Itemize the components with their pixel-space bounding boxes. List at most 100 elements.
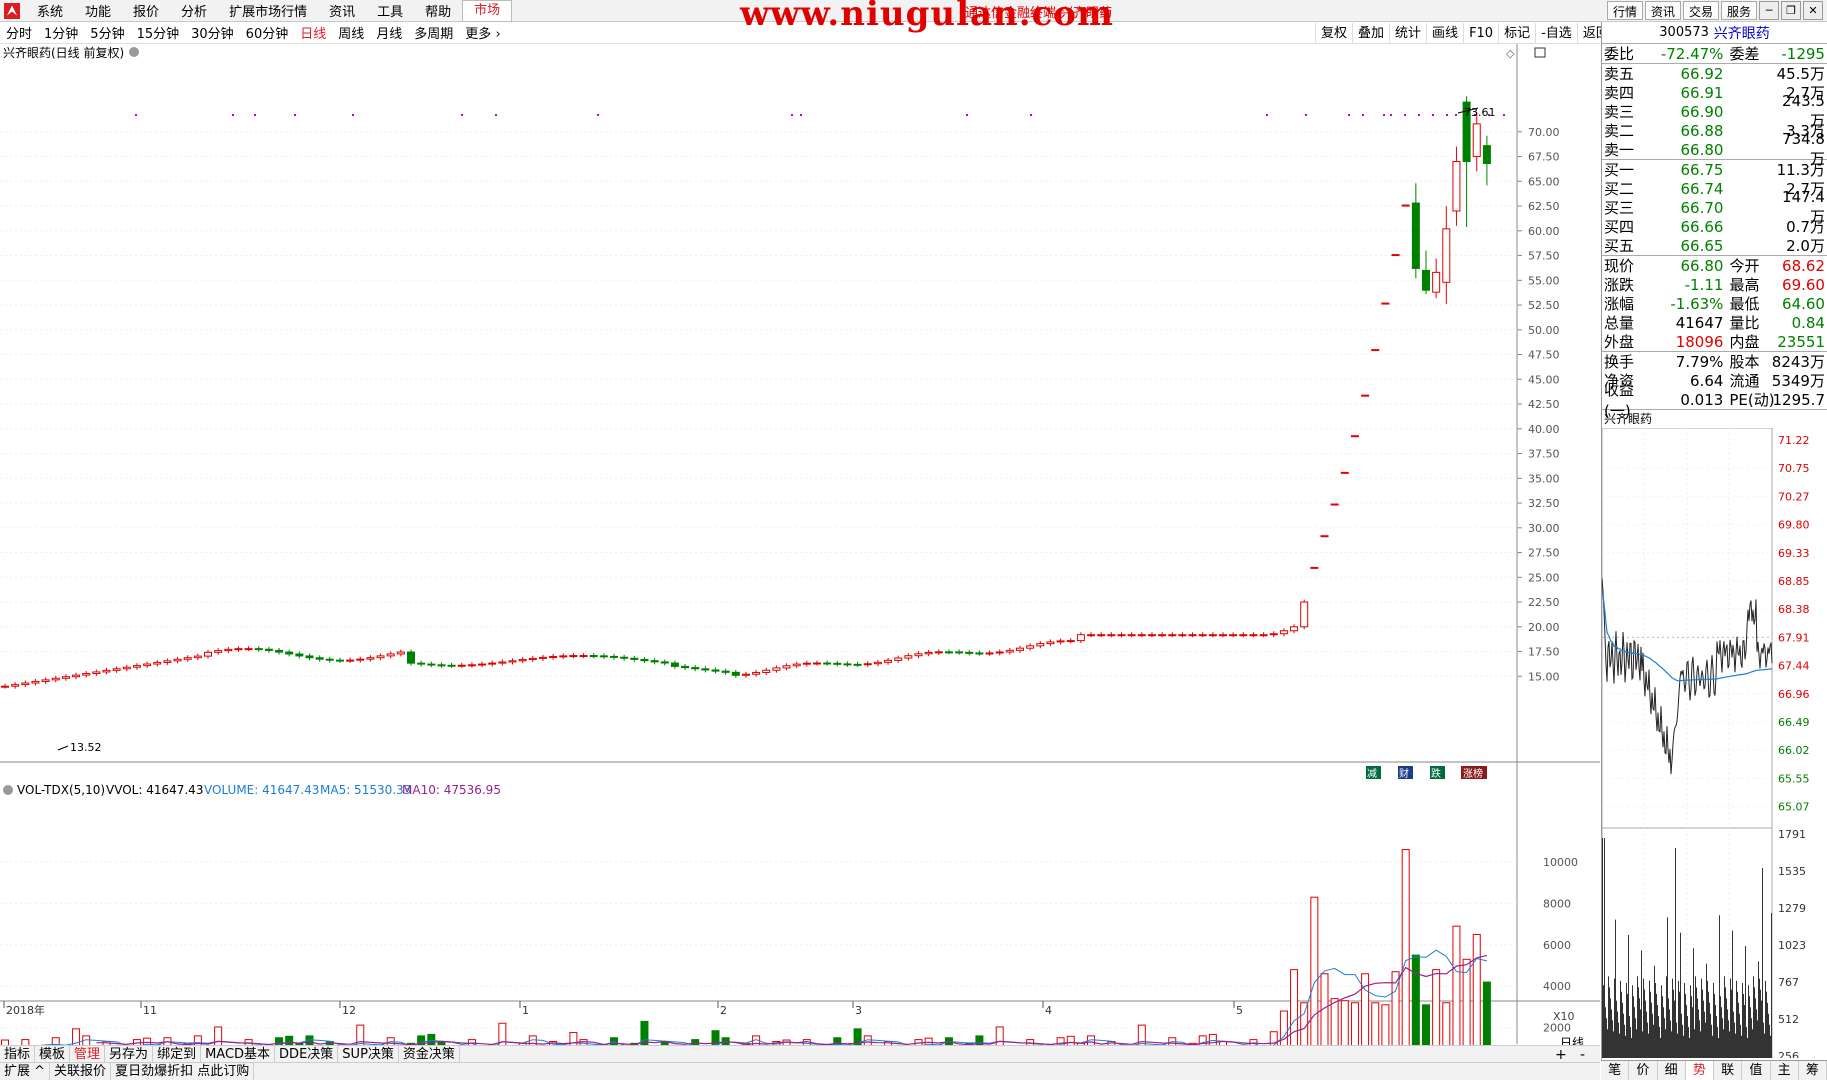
price-tick-label: 67.50 — [1528, 151, 1560, 164]
candle-body — [772, 667, 781, 671]
candle-body — [11, 684, 20, 687]
tab-manage[interactable]: 管理 — [70, 1046, 106, 1063]
time-tick-label: 4 — [1045, 1004, 1052, 1017]
candle-body — [386, 653, 395, 657]
volume-bar — [1340, 1000, 1349, 1070]
status-promo-link[interactable]: 夏日劲爆折扣 点此订购 — [111, 1063, 255, 1080]
candle-body — [478, 663, 487, 666]
tab-sup[interactable]: SUP决策 — [338, 1046, 399, 1063]
tab-dde[interactable]: DDE决策 — [275, 1046, 339, 1063]
menu-item-analysis[interactable]: 分析 — [170, 1, 218, 20]
candle-body — [82, 673, 91, 676]
restore-icon[interactable]: ❐ — [1781, 1, 1801, 20]
right-tab[interactable]: 主 — [1771, 1061, 1799, 1080]
right-tab[interactable]: 联 — [1714, 1061, 1743, 1080]
period-1min[interactable]: 1分钟 — [38, 23, 84, 42]
right-tab[interactable]: 值 — [1742, 1061, 1771, 1080]
tab-indicators[interactable]: 指标 — [0, 1046, 36, 1063]
quotes-button[interactable]: 行情 — [1606, 1, 1643, 20]
menu-item-help[interactable]: 帮助 — [414, 1, 462, 20]
candle-body — [1046, 641, 1055, 645]
right-tab[interactable]: 笔 — [1601, 1061, 1630, 1080]
period-30min[interactable]: 30分钟 — [185, 23, 240, 42]
chart-area[interactable]: 70.00 67.50 65.00 62.50 60.00 57.50 55.00 52.50… — [0, 44, 1600, 1070]
right-tab[interactable]: 细 — [1658, 1061, 1686, 1080]
toolbar-adjust-button[interactable]: 复权 — [1315, 23, 1352, 44]
period-daily[interactable]: 日线 — [294, 23, 332, 42]
candle-body — [630, 657, 639, 660]
high-price-label: 73.61 — [1464, 106, 1496, 119]
bid-level[interactable]: 买三 66.70 147.4万 — [1602, 188, 1827, 226]
news-button[interactable]: 资讯 — [1644, 1, 1681, 20]
tab-save-as[interactable]: 另存为 — [105, 1046, 154, 1063]
menu-item-function[interactable]: 功能 — [74, 1, 122, 20]
menu-item-news[interactable]: 资讯 — [318, 1, 366, 20]
bid-level[interactable]: 买五 66.65 2.0万 — [1602, 236, 1827, 256]
candle-body — [691, 667, 700, 670]
menu-item-quote[interactable]: 报价 — [122, 1, 170, 20]
period-5min[interactable]: 5分钟 — [84, 23, 130, 42]
minimize-icon[interactable]: ─ — [1759, 1, 1779, 20]
toolbar-draw-button[interactable]: 画线 — [1426, 23, 1463, 44]
title-dropdown-icon[interactable] — [129, 47, 139, 57]
period-multi[interactable]: 多周期 — [408, 23, 459, 42]
candle-body — [1320, 535, 1329, 538]
menu-item-ext-market[interactable]: 扩展市场行情 — [218, 1, 318, 20]
right-tab[interactable]: 势 — [1685, 1061, 1714, 1080]
service-button[interactable]: 服务 — [1720, 1, 1757, 20]
toolbar-watchlist-button[interactable]: -自选 — [1535, 23, 1577, 44]
bid-level[interactable]: 买一 66.75 11.3万 — [1602, 160, 1827, 180]
ask-level[interactable]: 卖五 66.92 45.5万 — [1602, 64, 1827, 84]
add-icon[interactable]: + — [1555, 1047, 1567, 1063]
ask-level[interactable]: 卖三 66.90 243.5万 — [1602, 92, 1827, 130]
status-linked-quote[interactable]: 关联报价 — [50, 1063, 112, 1080]
level-label: 卖五 — [1604, 65, 1635, 83]
candle-body — [1107, 634, 1116, 637]
tab-template[interactable]: 模板 — [35, 1046, 71, 1063]
volume-ma10: MA10: 47536.95 — [402, 783, 501, 797]
period-intraday[interactable]: 分时 — [0, 23, 38, 42]
menu-item-system[interactable]: 系统 — [26, 1, 74, 20]
badge-fall-label: 跌 — [1431, 767, 1441, 780]
candle-body — [640, 658, 649, 662]
remove-icon[interactable]: - — [1580, 1047, 1585, 1063]
volume-dropdown-icon[interactable] — [3, 785, 13, 795]
right-tab[interactable]: 价 — [1629, 1061, 1658, 1080]
signal-dot — [1383, 114, 1385, 116]
candle-body — [1310, 566, 1319, 569]
volume-scale-label: X10 — [1553, 1010, 1575, 1023]
period-15min[interactable]: 15分钟 — [131, 23, 186, 42]
tab-bind-to[interactable]: 绑定到 — [153, 1046, 202, 1063]
intraday-chart-svg[interactable]: 71.22 70.75 70.27 69.80 69.33 68.85 68.38 67.91… — [1602, 428, 1827, 1058]
candle-body — [1442, 228, 1451, 283]
toolbar-f10-button[interactable]: F10 — [1463, 23, 1498, 44]
right-tab[interactable]: 筹 — [1799, 1061, 1827, 1080]
candle-body — [153, 661, 162, 665]
period-weekly[interactable]: 周线 — [332, 23, 370, 42]
candle-body — [721, 670, 730, 673]
period-60min[interactable]: 60分钟 — [240, 23, 295, 42]
chart-toolbar: 复权 叠加 统计 画线 F10 标记 -自选 返回 — [1315, 23, 1614, 44]
stat-value: 5349万 — [1771, 372, 1825, 390]
period-monthly[interactable]: 月线 — [370, 23, 408, 42]
diamond-icon[interactable]: ◇ — [1506, 47, 1515, 60]
candle-body — [467, 664, 476, 667]
toolbar-overlay-button[interactable]: 叠加 — [1352, 23, 1389, 44]
toolbar-mark-button[interactable]: 标记 — [1498, 23, 1535, 44]
tab-macd[interactable]: MACD基本 — [201, 1046, 276, 1063]
period-more[interactable]: 更多 › — [459, 23, 506, 42]
close-icon[interactable]: ✕ — [1803, 1, 1823, 20]
status-expand[interactable]: 扩展 ^ — [0, 1063, 51, 1080]
kline-chart-svg[interactable]: 70.00 67.50 65.00 62.50 60.00 57.50 55.00 52.50… — [0, 44, 1600, 1070]
panel-toggle-icon[interactable] — [1534, 47, 1546, 58]
candle-body — [498, 661, 507, 664]
status-expand-label: 扩展 — [4, 1064, 31, 1079]
trade-button[interactable]: 交易 — [1682, 1, 1719, 20]
menu-item-market[interactable]: 市场 — [462, 0, 513, 22]
menu-item-tools[interactable]: 工具 — [366, 1, 414, 20]
signal-dot — [791, 114, 793, 116]
tab-fund[interactable]: 资金决策 — [399, 1046, 460, 1063]
toolbar-stats-button[interactable]: 统计 — [1389, 23, 1426, 44]
bid-level[interactable]: 买四 66.66 0.7万 — [1602, 217, 1827, 237]
ask-level[interactable]: 卖一 66.80 734.8万 — [1602, 130, 1827, 168]
